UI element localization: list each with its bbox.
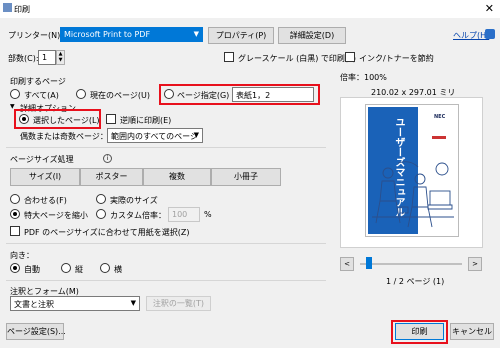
- cover-illustration: [372, 161, 454, 228]
- percent-unit: %: [204, 210, 212, 219]
- advanced-button[interactable]: 詳細設定(D): [278, 27, 346, 44]
- copies-stepper[interactable]: ▲ ▼: [56, 50, 65, 65]
- landscape-label: 横: [114, 265, 122, 274]
- actual-size-label: 実際のサイズ: [110, 196, 158, 205]
- landscape-radio[interactable]: [100, 263, 110, 273]
- copies-label: 部数(C):: [8, 54, 39, 63]
- current-page-radio[interactable]: [76, 89, 86, 99]
- custom-scale-radio[interactable]: [96, 209, 106, 219]
- next-page-button[interactable]: >: [468, 257, 482, 271]
- portrait-radio[interactable]: [61, 263, 71, 273]
- all-pages-label: すべて(A): [24, 91, 59, 100]
- tab-size[interactable]: サイズ(I): [10, 168, 80, 186]
- custom-scale-input[interactable]: 100: [168, 207, 200, 222]
- cancel-button[interactable]: キャンセル: [450, 323, 494, 340]
- shrink-label: 特大ページを縮小: [24, 211, 88, 220]
- page-range-input[interactable]: 表紙1，2: [232, 87, 314, 102]
- divider: [6, 243, 326, 244]
- auto-orientation-label: 自動: [24, 265, 40, 274]
- odd-even-value: 範囲内のすべてのページ: [111, 132, 198, 141]
- printer-select[interactable]: Microsoft Print to PDF ▼: [60, 27, 203, 42]
- auto-orientation-radio[interactable]: [10, 263, 20, 273]
- chevron-down-icon: ▼: [193, 30, 199, 38]
- window-title: 印刷: [14, 5, 30, 14]
- selected-pages-label: 選択したページ(L): [33, 116, 100, 125]
- comments-select[interactable]: 文書と注釈 ▼: [10, 296, 140, 311]
- divider: [6, 147, 326, 148]
- custom-scale-value: 100: [172, 210, 188, 219]
- reverse-label: 逆順に印刷(E): [120, 116, 172, 125]
- fit-radio[interactable]: [10, 194, 20, 204]
- page-slider-track[interactable]: [360, 263, 462, 265]
- previous-page-button[interactable]: <: [340, 257, 354, 271]
- title-bar: 印刷 ✕: [0, 0, 500, 18]
- tab-booklet[interactable]: 小冊子: [211, 168, 281, 186]
- grayscale-checkbox[interactable]: [224, 52, 234, 62]
- all-pages-radio[interactable]: [10, 89, 20, 99]
- page-setup-button[interactable]: ページ設定(S)...: [6, 323, 66, 340]
- custom-scale-label: カスタム倍率：: [110, 211, 166, 220]
- save-ink-label: インク/トナーを節約: [359, 54, 434, 63]
- pages-heading: 印刷するページ: [10, 77, 66, 86]
- chevron-down-icon: ▼: [193, 131, 199, 139]
- page-indicator: 1 / 2 ページ (1): [386, 277, 445, 286]
- save-ink-checkbox[interactable]: [345, 52, 355, 62]
- page-slider-thumb[interactable]: [366, 257, 373, 269]
- print-button[interactable]: 印刷: [395, 323, 444, 340]
- printer-select-value: Microsoft Print to PDF: [64, 30, 151, 39]
- fit-label: 合わせる(F): [24, 196, 67, 205]
- portrait-label: 縦: [75, 265, 83, 274]
- current-page-label: 現在のページ(U): [90, 91, 150, 100]
- app-icon: [3, 3, 12, 12]
- divider: [6, 280, 326, 281]
- info-icon[interactable]: i: [103, 154, 112, 163]
- page-range-value: 表紙1，2: [236, 91, 271, 100]
- copies-value: 1: [42, 53, 48, 62]
- shrink-radio[interactable]: [10, 209, 20, 219]
- preview-scale: 倍率：100%: [340, 73, 387, 82]
- preview-page: ユーザーズマニュアル NEC: [366, 105, 458, 236]
- properties-button[interactable]: プロパティ(P): [208, 27, 274, 44]
- orientation-heading: 向き：: [10, 251, 34, 260]
- reverse-checkbox[interactable]: [106, 114, 116, 124]
- paper-source-checkbox[interactable]: [10, 226, 20, 236]
- comments-value: 文書と注釈: [14, 300, 54, 309]
- paper-source-label: PDF のページサイズに合わせて用紙を選択(Z): [24, 228, 190, 237]
- help-icon[interactable]: [485, 29, 495, 39]
- printer-label: プリンター(N):: [8, 31, 63, 40]
- page-range-radio[interactable]: [164, 89, 174, 99]
- cover-brand-mark: [432, 136, 446, 139]
- help-link[interactable]: ヘルプ(H): [453, 30, 489, 41]
- chevron-down-icon: ▼: [130, 299, 136, 307]
- tab-multiple[interactable]: 複数: [143, 168, 211, 186]
- odd-even-label: 偶数または奇数ページ：: [20, 132, 108, 141]
- grayscale-label: グレースケール (白黒) で印刷(Y): [238, 54, 357, 63]
- selected-pages-radio[interactable]: [19, 114, 29, 124]
- page-range-label: ページ指定(G): [177, 91, 230, 100]
- tab-poster[interactable]: ポスター: [80, 168, 143, 186]
- summarize-comments-button[interactable]: 注釈の一覧(T): [146, 296, 211, 311]
- actual-size-radio[interactable]: [96, 194, 106, 204]
- copies-input[interactable]: 1: [38, 50, 56, 65]
- close-icon[interactable]: ✕: [485, 2, 494, 15]
- odd-even-select[interactable]: 範囲内のすべてのページ ▼: [107, 128, 203, 143]
- cover-brand-logo: NEC: [434, 114, 446, 120]
- sizing-heading: ページサイズ処理: [10, 155, 74, 164]
